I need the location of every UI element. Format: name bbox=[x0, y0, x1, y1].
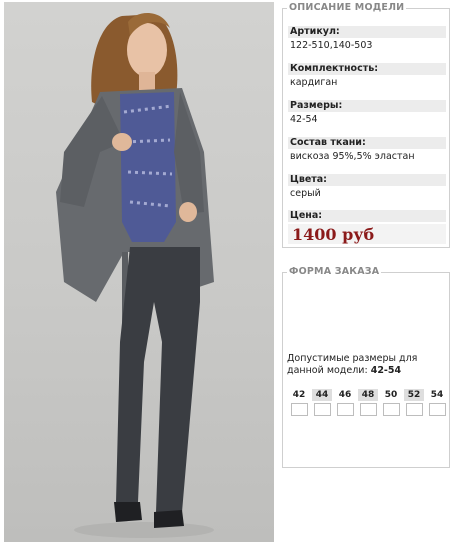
model-description-panel: ОПИСАНИЕ МОДЕЛИ Артикул: 122-510,140-503… bbox=[282, 2, 450, 248]
order-form-panel: ФОРМА ЗАКАЗА Допустимые размеры для данн… bbox=[282, 266, 450, 468]
fabric-label: Состав ткани: bbox=[288, 137, 446, 149]
fabric-value: вискоза 95%,5% эластан bbox=[290, 151, 415, 162]
price-label: Цена: bbox=[288, 210, 446, 222]
size-option: 42 bbox=[289, 389, 309, 416]
size-option: 46 bbox=[335, 389, 355, 416]
size-label: 44 bbox=[312, 389, 332, 401]
size-option: 52 bbox=[404, 389, 424, 416]
sizes-value: 42-54 bbox=[290, 114, 318, 125]
set-value: кардиган bbox=[290, 77, 338, 88]
set-label: Комплектность: bbox=[288, 63, 446, 75]
color-label: Цвета: bbox=[288, 174, 446, 186]
allowed-sizes-text: Допустимые размеры для данной модели: 42… bbox=[287, 353, 447, 377]
model-illustration bbox=[56, 12, 214, 538]
size-label: 50 bbox=[384, 390, 398, 400]
description-legend: ОПИСАНИЕ МОДЕЛИ bbox=[287, 2, 407, 14]
sizes-label: Размеры: bbox=[288, 100, 446, 112]
size-checkbox[interactable] bbox=[336, 403, 354, 416]
article-value: 122-510,140-503 bbox=[290, 40, 373, 51]
size-checkbox[interactable] bbox=[359, 403, 377, 416]
size-label: 42 bbox=[292, 390, 306, 400]
size-label: 52 bbox=[404, 389, 424, 401]
size-option: 48 bbox=[358, 389, 378, 416]
size-option: 50 bbox=[381, 389, 401, 416]
size-label: 46 bbox=[338, 390, 352, 400]
size-checkbox[interactable] bbox=[313, 403, 331, 416]
price-value: 1400 руб bbox=[292, 225, 375, 244]
size-checkbox[interactable] bbox=[290, 403, 308, 416]
color-value: серый bbox=[290, 188, 321, 199]
order-legend: ФОРМА ЗАКАЗА bbox=[287, 266, 382, 278]
size-option: 44 bbox=[312, 389, 332, 416]
size-checkbox[interactable] bbox=[428, 403, 446, 416]
size-option: 54 bbox=[427, 389, 447, 416]
product-photo bbox=[4, 2, 274, 542]
size-label: 54 bbox=[430, 390, 444, 400]
article-label: Артикул: bbox=[288, 26, 446, 38]
size-checkbox[interactable] bbox=[382, 403, 400, 416]
size-label: 48 bbox=[358, 389, 378, 401]
allowed-sizes-range: 42-54 bbox=[370, 365, 402, 376]
size-selector: 42 44 46 48 50 52 54 bbox=[289, 389, 447, 416]
size-checkbox[interactable] bbox=[405, 403, 423, 416]
